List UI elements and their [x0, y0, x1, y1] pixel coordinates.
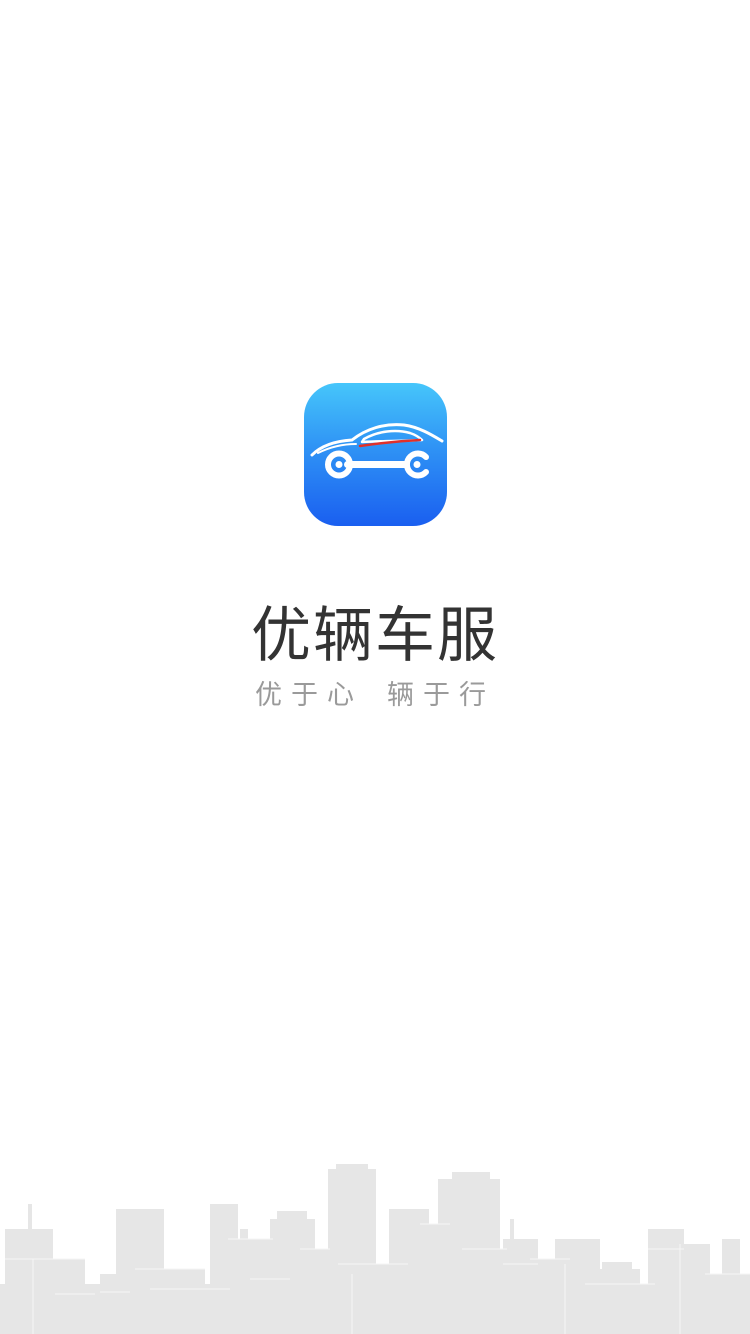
app-slogan: 优于心 辆于行	[0, 676, 750, 716]
splash-screen: 优辆车服 优于心 辆于行	[0, 0, 750, 1334]
app-title: 优辆车服	[251, 601, 499, 671]
app-logo-icon	[304, 383, 447, 526]
car-wrench-icon	[310, 423, 444, 479]
slogan-part-2: 辆于行	[387, 680, 495, 711]
city-skyline-illustration	[0, 1164, 750, 1334]
slogan-part-1: 优于心	[255, 680, 363, 711]
